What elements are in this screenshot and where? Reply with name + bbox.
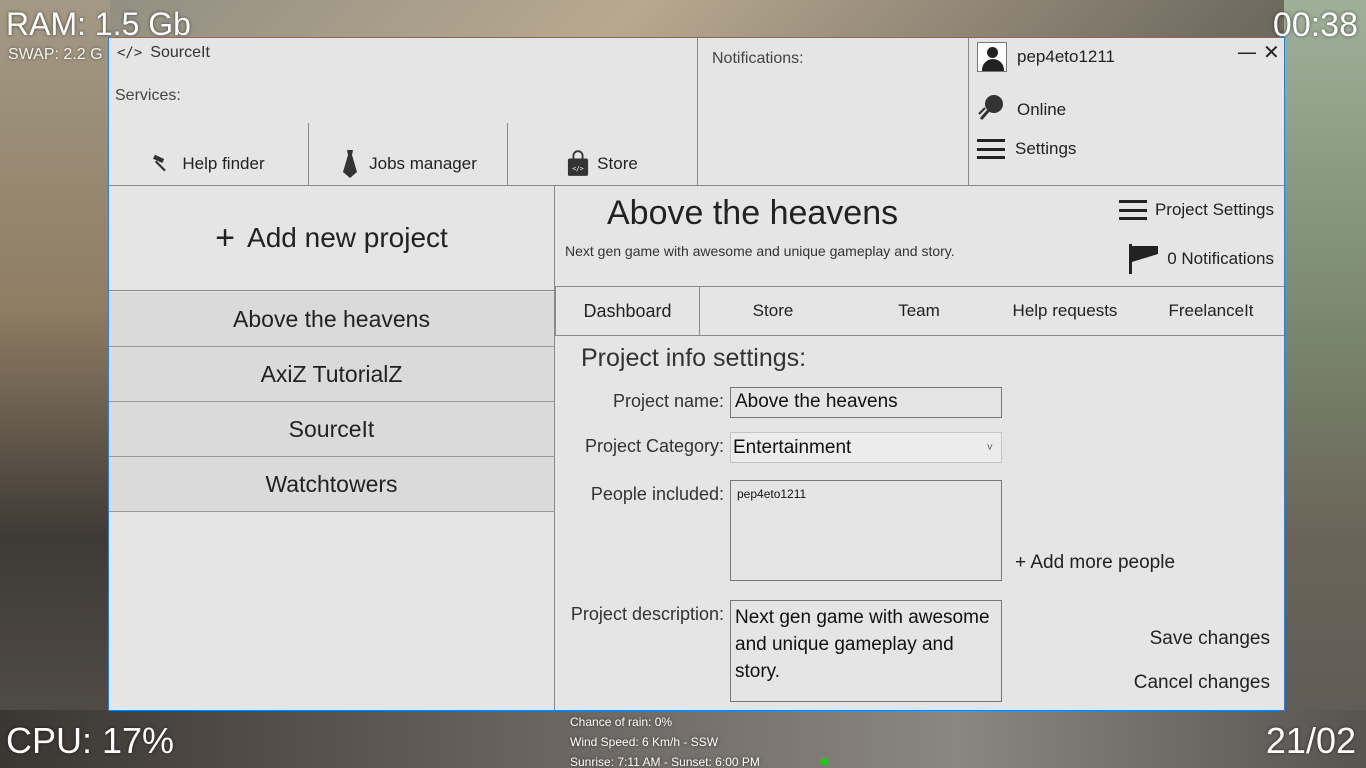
project-item[interactable]: Watchtowers xyxy=(109,457,554,512)
save-changes-button[interactable]: Save changes xyxy=(1150,628,1270,650)
date-widget: 21/02 xyxy=(1265,720,1356,761)
plus-icon: + xyxy=(215,218,236,257)
project-category-select[interactable]: Entertainment ˅ xyxy=(730,432,1002,463)
service-store[interactable]: </> Store xyxy=(507,123,697,186)
project-description-input[interactable]: Next gen game with awesome and unique ga… xyxy=(730,600,1002,702)
status-label: Online xyxy=(1017,99,1067,119)
services-label: Services: xyxy=(115,87,181,104)
category-value: Entertainment xyxy=(733,436,852,458)
status-online[interactable]: Online xyxy=(977,92,1066,127)
service-jobs-manager[interactable]: Jobs manager xyxy=(308,123,507,186)
weather-wind: Wind Speed: 6 Km/h - SSW xyxy=(570,735,719,749)
tie-icon xyxy=(339,149,361,178)
project-item[interactable]: AxiZ TutorialZ xyxy=(109,347,554,402)
project-tabs: Dashboard Store Team Help requests Freel… xyxy=(555,286,1284,336)
chevron-down-icon: ˅ xyxy=(986,441,993,454)
settings-link[interactable]: Settings xyxy=(977,139,1076,159)
project-description-label: Project description: xyxy=(570,604,724,624)
add-project-button[interactable]: + Add new project xyxy=(109,186,554,291)
swap-widget: SWAP: 2.2 G xyxy=(8,46,103,63)
project-description: Next gen game with awesome and unique ga… xyxy=(565,243,955,259)
status-dot-icon xyxy=(820,757,828,765)
tab-freelanceit[interactable]: FreelanceIt xyxy=(1138,287,1284,335)
project-title: Above the heavens xyxy=(607,194,899,232)
menu-icon xyxy=(1118,200,1147,220)
project-item[interactable]: Above the heavens xyxy=(109,292,554,347)
project-category-label: Project Category: xyxy=(584,436,724,456)
cpu-widget: CPU: 17% xyxy=(6,720,175,761)
user-profile[interactable]: pep4eto1211 xyxy=(977,42,1115,72)
username: pep4eto1211 xyxy=(1017,47,1116,66)
weather-widget: Chance of rain: 0% Wind Speed: 6 Km/h - … xyxy=(570,712,828,768)
store-bag-icon: </> xyxy=(567,149,589,176)
service-label: Jobs manager xyxy=(369,153,477,173)
hammer-icon xyxy=(152,152,174,176)
code-icon: </> xyxy=(117,45,143,61)
add-people-button[interactable]: + Add more people xyxy=(1015,552,1175,574)
weather-rain: Chance of rain: 0% xyxy=(570,715,673,729)
tab-team[interactable]: Team xyxy=(846,287,992,335)
service-label: Help finder xyxy=(182,153,265,173)
project-sidebar: + Add new project Above the heavens AxiZ… xyxy=(109,186,555,710)
wallpaper-left xyxy=(0,0,110,768)
minimize-button[interactable]: — xyxy=(1237,40,1257,64)
menu-icon xyxy=(977,139,1005,159)
notifications-pane: Notifications: xyxy=(697,38,969,186)
form-title: Project info settings: xyxy=(581,344,807,372)
close-button[interactable]: ✕ xyxy=(1263,40,1280,64)
project-list: Above the heavens AxiZ TutorialZ SourceI… xyxy=(109,292,554,512)
add-project-label: Add new project xyxy=(247,222,448,253)
tab-store[interactable]: Store xyxy=(700,287,846,335)
project-detail: Above the heavens Next gen game with awe… xyxy=(555,186,1284,710)
tab-dashboard[interactable]: Dashboard xyxy=(555,287,700,335)
tab-help-requests[interactable]: Help requests xyxy=(992,287,1138,335)
service-help-finder[interactable]: Help finder xyxy=(109,123,308,186)
project-notifications-label: 0 Notifications xyxy=(1167,249,1274,268)
service-label: Store xyxy=(597,153,638,173)
user-pane: pep4eto1211 Online Settings — ✕ xyxy=(969,38,1284,186)
clock-widget: 00:38 xyxy=(1272,6,1358,44)
people-included-label: People included: xyxy=(590,484,724,504)
notifications-label: Notifications: xyxy=(712,50,804,67)
svg-text:</>: </> xyxy=(572,164,584,172)
avatar xyxy=(977,42,1007,72)
project-notifications-button[interactable]: 0 Notifications xyxy=(1127,244,1274,274)
app-header: </> SourceIt Services: Help finder Jobs … xyxy=(109,38,1284,186)
flag-icon xyxy=(1127,244,1159,274)
project-settings-label: Project Settings xyxy=(1154,200,1274,219)
weather-sun: Sunrise: 7:11 AM - Sunset: 6:00 PM xyxy=(570,755,760,768)
project-name-input[interactable]: Above the heavens xyxy=(730,387,1002,418)
app-title: SourceIt xyxy=(150,44,210,61)
settings-label: Settings xyxy=(1015,139,1077,158)
people-included-list[interactable]: pep4eto1211 xyxy=(730,480,1002,581)
project-name-label: Project name: xyxy=(612,391,724,411)
app-window: </> SourceIt Services: Help finder Jobs … xyxy=(108,37,1285,711)
cancel-changes-button[interactable]: Cancel changes xyxy=(1134,672,1270,694)
wallpaper-right xyxy=(1284,0,1366,768)
online-icon xyxy=(977,92,1007,127)
project-item[interactable]: SourceIt xyxy=(109,402,554,457)
project-settings-button[interactable]: Project Settings xyxy=(1118,200,1274,220)
app-brand: </> SourceIt xyxy=(117,44,210,62)
